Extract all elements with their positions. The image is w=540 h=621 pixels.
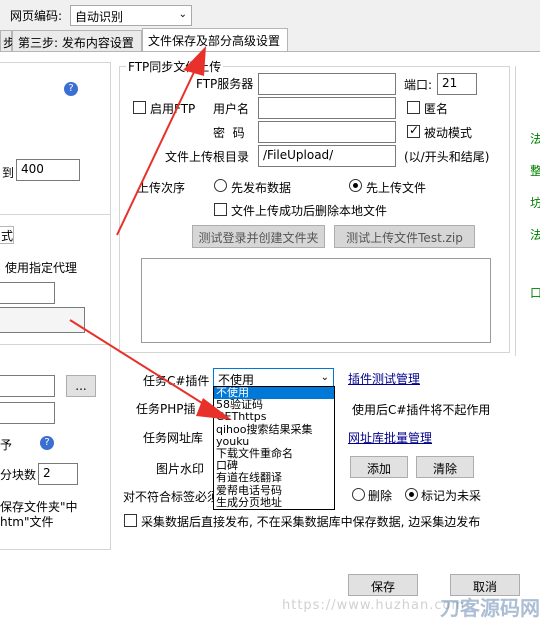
arrow-line-down xyxy=(69,319,211,409)
arrow-head-up xyxy=(183,46,206,76)
arrow-head-down xyxy=(196,398,232,420)
annotation-arrows xyxy=(69,46,232,420)
arrow-line-up xyxy=(116,69,196,236)
